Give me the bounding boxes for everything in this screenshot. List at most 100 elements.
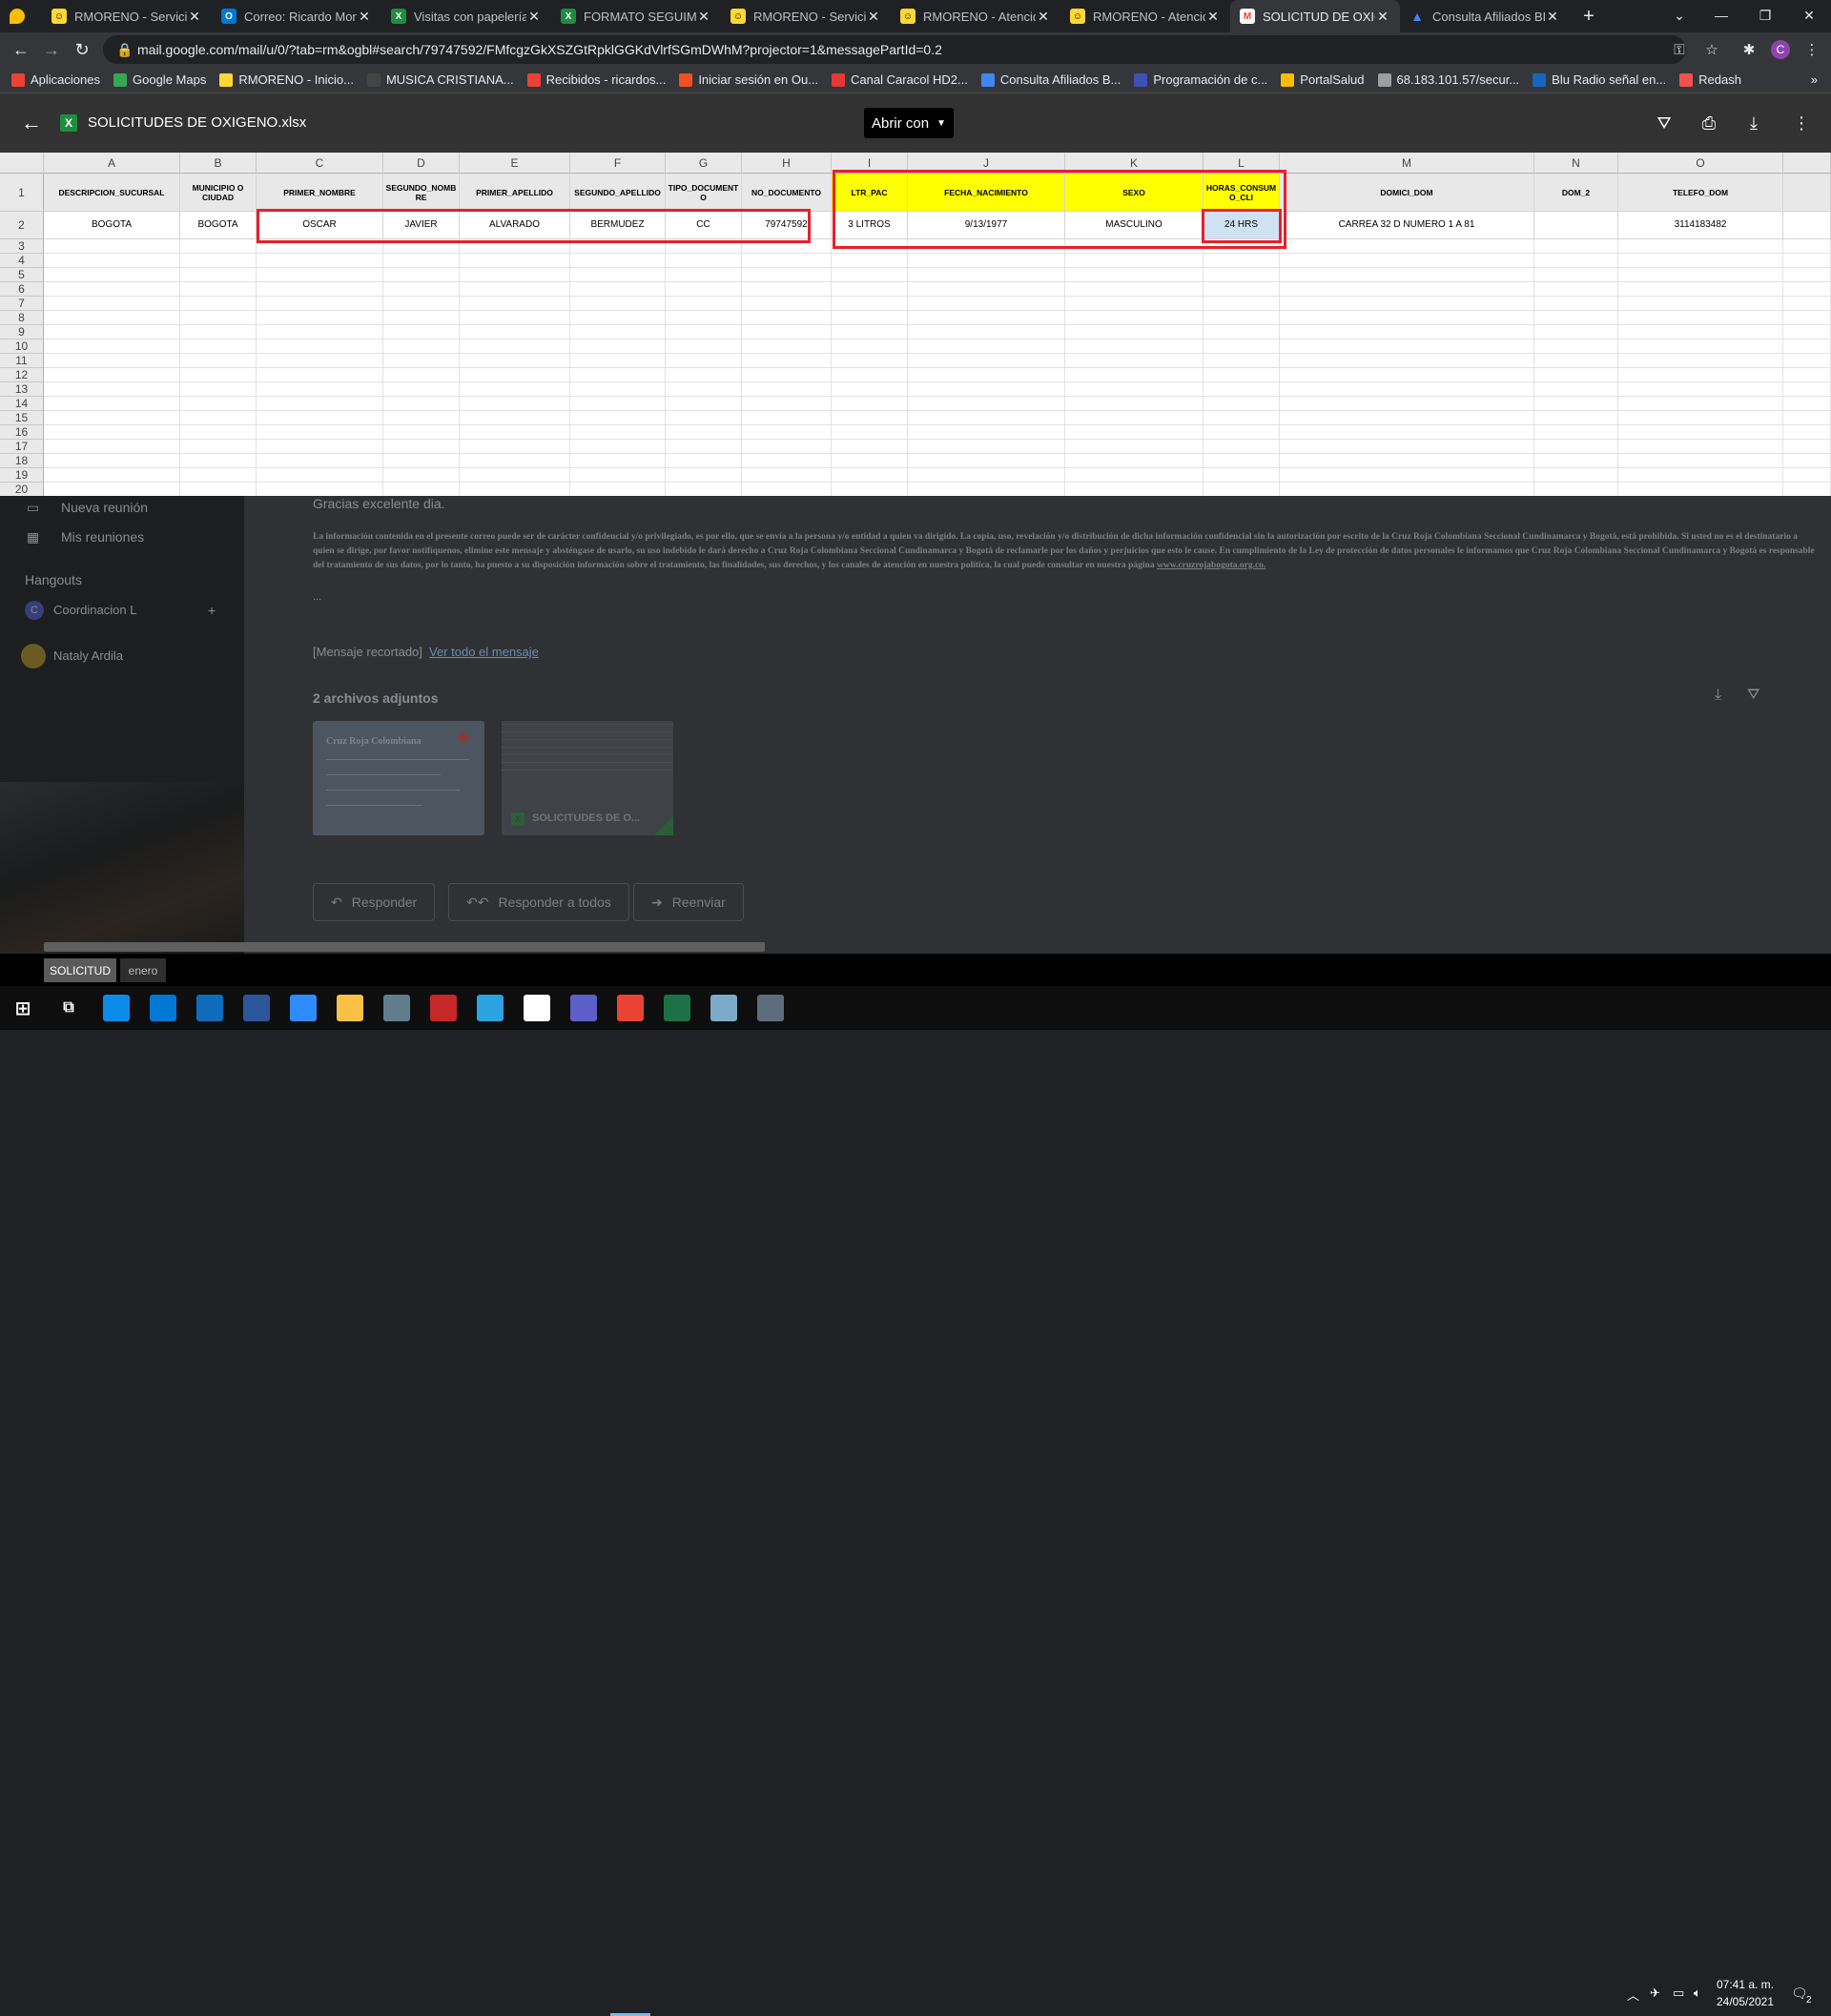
browser-tab[interactable]: ☺ RMORENO - Atención ✕ [1060, 0, 1230, 32]
my-meetings-link[interactable]: Mis reuniones [61, 529, 144, 545]
row-header[interactable]: 8 [0, 311, 44, 325]
browser-tab-active[interactable]: M SOLICITUD DE OXIGE ✕ [1230, 0, 1400, 32]
bookmark-item[interactable]: Blu Radio señal en... [1533, 72, 1666, 87]
more-options-icon[interactable]: ⋮ [1789, 111, 1814, 135]
show-hidden-icons[interactable]: ︿ [1627, 1985, 1639, 2004]
row-header[interactable]: 5 [0, 268, 44, 282]
key-icon[interactable]: ⚿ [1668, 38, 1691, 61]
browser-tab[interactable]: ☺ RMORENO - Servicio ✕ [721, 0, 891, 32]
browser-tab[interactable]: ▲ Consulta Afiliados BD ✕ [1400, 0, 1570, 32]
close-tab-icon[interactable]: ✕ [866, 9, 881, 25]
extensions-icon[interactable]: ✱ [1738, 38, 1760, 61]
header-cell[interactable] [1783, 174, 1831, 212]
new-tab-button[interactable]: + [1570, 0, 1608, 32]
close-window-icon[interactable]: ✕ [1787, 0, 1831, 31]
volume-icon[interactable]: 🔈︎ [1694, 1985, 1701, 2001]
bookmark-item[interactable]: Iniciar sesión en Ou... [679, 72, 818, 87]
column-header[interactable]: O [1618, 153, 1783, 174]
trimmed-content-toggle[interactable]: ... [313, 591, 321, 603]
column-header[interactable]: D [383, 153, 460, 174]
bookmark-item[interactable]: Google Maps [113, 72, 206, 87]
save-to-drive-icon[interactable]: ⛛ [1747, 687, 1759, 704]
app-7-icon[interactable] [383, 995, 410, 1021]
close-tab-icon[interactable]: ✕ [357, 9, 372, 25]
header-cell[interactable]: DESCRIPCION_SUCURSAL [44, 174, 180, 212]
row-header[interactable]: 4 [0, 254, 44, 268]
close-tab-icon[interactable]: ✕ [1205, 9, 1221, 25]
browser-tab[interactable]: ☺ RMORENO - Servicio ✕ [42, 0, 212, 32]
browser-tab[interactable]: X Visitas con papelería ✕ [381, 0, 551, 32]
bookmarks-overflow-icon[interactable]: » [1811, 72, 1818, 87]
column-header[interactable]: A [44, 153, 180, 174]
row-header[interactable]: 12 [0, 368, 44, 382]
column-header[interactable] [1783, 153, 1831, 174]
telegram-icon[interactable] [477, 995, 504, 1021]
disclaimer-link[interactable]: www.cruzrojabogota.org.co. [1157, 561, 1265, 570]
close-tab-icon[interactable]: ✕ [1545, 9, 1560, 25]
address-bar[interactable]: 🔒 mail.google.com/mail/u/0/?tab=rm&ogbl#… [103, 35, 1686, 64]
column-header[interactable]: H [742, 153, 832, 174]
data-cell[interactable]: BOGOTA [180, 212, 257, 239]
data-cell[interactable]: BOGOTA [44, 212, 180, 239]
row-header[interactable]: 3 [0, 239, 44, 254]
column-header[interactable]: E [460, 153, 570, 174]
header-cell[interactable]: TELEFO_DOM [1618, 174, 1783, 212]
sheet-tab-solicitud[interactable]: SOLICITUD [44, 958, 116, 982]
windows-start-icon[interactable]: ⊞ [10, 995, 36, 1021]
star-icon[interactable]: ☆ [1700, 38, 1723, 61]
minimize-icon[interactable]: — [1699, 0, 1743, 31]
data-cell[interactable] [1534, 212, 1618, 239]
header-cell[interactable]: SEGUNDO_APELLIDO [570, 174, 666, 212]
app-14-icon[interactable] [710, 995, 737, 1021]
row-header[interactable]: 9 [0, 325, 44, 339]
close-tab-icon[interactable]: ✕ [187, 9, 202, 25]
row-header[interactable]: 17 [0, 440, 44, 454]
bookmark-item[interactable]: Consulta Afiliados B... [980, 72, 1121, 87]
bookmark-item[interactable]: 68.183.101.57/secur... [1377, 72, 1519, 87]
bookmark-item[interactable]: Programación de c... [1134, 72, 1267, 87]
excel-icon[interactable] [664, 995, 690, 1021]
download-icon[interactable]: ⤓ [1741, 111, 1766, 135]
calculator-icon[interactable] [757, 995, 784, 1021]
close-tab-icon[interactable]: ✕ [1375, 9, 1390, 25]
header-cell[interactable]: DOM_2 [1534, 174, 1618, 212]
row-header[interactable]: 18 [0, 454, 44, 468]
close-preview-icon[interactable]: ← [19, 111, 44, 135]
bookmark-item[interactable]: Recibidos - ricardos... [526, 72, 666, 87]
column-header[interactable]: F [570, 153, 666, 174]
header-cell[interactable]: TIPO_DOCUMENT O [666, 174, 742, 212]
bookmark-item[interactable]: PortalSalud [1281, 72, 1365, 87]
column-header[interactable]: G [666, 153, 742, 174]
close-tab-icon[interactable]: ✕ [696, 9, 711, 25]
menu-icon[interactable]: ⋮ [1800, 38, 1823, 61]
mail-icon[interactable] [196, 995, 223, 1021]
reload-icon[interactable]: ↻ [71, 38, 93, 61]
row-header[interactable]: 11 [0, 354, 44, 368]
row-header[interactable]: 14 [0, 397, 44, 411]
store-icon[interactable] [150, 995, 176, 1021]
header-cell[interactable]: PRIMER_NOMBRE [257, 174, 383, 212]
header-cell[interactable]: NO_DOCUMENTO [742, 174, 832, 212]
bookmark-item[interactable]: Canal Caracol HD2... [832, 72, 968, 87]
profile-avatar[interactable]: C [1769, 38, 1792, 61]
row-header[interactable]: 2 [0, 212, 44, 239]
app-8-icon[interactable] [430, 995, 457, 1021]
column-header[interactable]: N [1534, 153, 1618, 174]
row-header[interactable]: 15 [0, 411, 44, 425]
browser-tab[interactable]: ☺ RMORENO - Atención ✕ [891, 0, 1060, 32]
zoom-icon[interactable] [290, 995, 317, 1021]
forward-button[interactable]: ➜ Reenviar [633, 883, 744, 921]
row-header[interactable]: 10 [0, 339, 44, 354]
edge-icon[interactable] [103, 995, 130, 1021]
bookmark-item[interactable]: RMORENO - Inicio... [219, 72, 354, 87]
data-cell[interactable]: 3114183482 [1618, 212, 1783, 239]
data-cell[interactable] [1783, 212, 1831, 239]
restore-icon[interactable]: ❐ [1743, 0, 1787, 31]
contact-item[interactable]: Nataly Ardila [53, 648, 123, 663]
row-header[interactable]: 20 [0, 483, 44, 496]
bookmark-item[interactable]: Aplicaciones [11, 72, 100, 87]
task-view-icon[interactable]: ⧉ [55, 995, 82, 1021]
tab-search-icon[interactable]: ⌄ [1657, 0, 1701, 31]
column-header[interactable]: M [1280, 153, 1534, 174]
add-to-drive-icon[interactable]: ⛛ [1652, 111, 1677, 135]
